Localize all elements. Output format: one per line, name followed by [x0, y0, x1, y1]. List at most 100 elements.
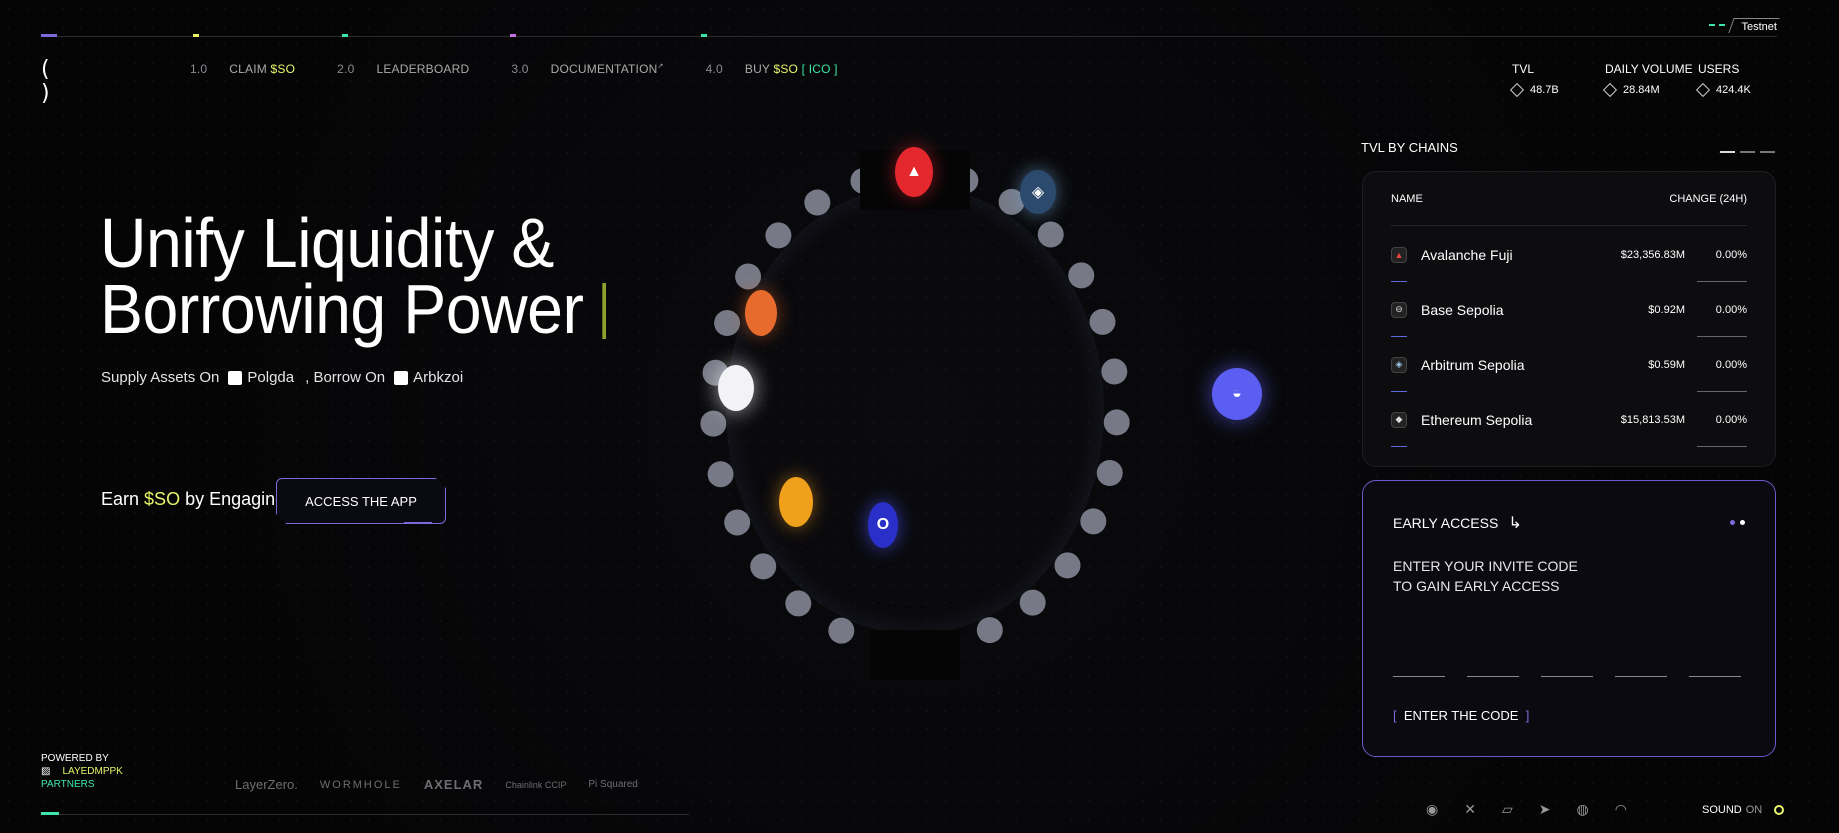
chain-tvl: $23,356.83M — [1620, 248, 1685, 261]
social-links: ◉ ✕ ▱ ➤ ◍ ◠ — [1426, 801, 1627, 818]
tvl-table-header: NAME CHANGE (24H) — [1391, 193, 1747, 205]
navy-orb-icon: O — [868, 502, 898, 548]
code-slot[interactable] — [1541, 676, 1593, 677]
partner-axelar[interactable]: AXELAR — [424, 777, 483, 792]
top-tick — [193, 34, 199, 37]
stat-users: USERS 424.4K — [1695, 62, 1791, 98]
partners-label: PARTNERS — [41, 779, 95, 790]
discord-icon[interactable]: ◉ — [1426, 801, 1438, 818]
chain-change: 0.00% — [1715, 303, 1747, 316]
powered-by: POWERED BY ▨ LAYEDMPPK PARTNERS — [41, 752, 123, 791]
nav-item-documentation[interactable]: 3.0 DOCUMENTATION↗ — [511, 62, 663, 76]
instruction-line: ENTER YOUR INVITE CODE — [1393, 558, 1578, 574]
nav-token: $SO — [773, 62, 799, 76]
hero-title-line2: Borrowing Power — [100, 270, 584, 348]
x-icon[interactable]: ✕ — [1464, 801, 1476, 818]
ghost-icon[interactable]: ◠ — [1615, 801, 1627, 818]
arbitrum-orb-icon: ◈ — [1020, 170, 1056, 214]
network-badge[interactable]: Testnet — [1708, 18, 1780, 33]
main-nav: 1.0 CLAIM $SO 2.0 LEADERBOARD 3.0 DOCUME… — [190, 62, 880, 76]
nav-label: BUY — [744, 62, 770, 76]
orbit-ring — [700, 160, 1130, 660]
protocol-stats: TVL 48.7B DAILY VOLUME 28.84M USERS 424.… — [1509, 62, 1791, 98]
nav-item-claim[interactable]: 1.0 CLAIM $SO — [190, 62, 295, 76]
brand-logo-icon: ▨ — [41, 766, 51, 777]
code-slot[interactable] — [1615, 676, 1667, 677]
top-divider — [41, 36, 1777, 37]
ring-gap — [870, 630, 960, 680]
sound-toggle[interactable]: SOUND ON — [1702, 804, 1785, 816]
table-row[interactable]: ◈ Arbitrum Sepolia $0.59M 0.00% — [1391, 337, 1747, 392]
code-slot[interactable] — [1689, 676, 1741, 677]
chain-tvl: $0.59M — [1648, 358, 1685, 371]
hero-title: Unify Liquidity & Borrowing Power — [100, 208, 606, 344]
stat-value: 48.7B — [1530, 84, 1559, 96]
nav-number: 4.0 — [705, 62, 723, 76]
base-icon: ⊖ — [1391, 301, 1407, 318]
white-orb-icon — [718, 365, 754, 411]
partner-chainlink[interactable]: Chainlink CCIP — [505, 780, 566, 790]
enter-code-button[interactable]: [ ENTER THE CODE ] — [1393, 708, 1529, 723]
brand-name[interactable]: LAYEDMPPK — [62, 766, 122, 777]
partner-layerzero[interactable]: LayerZero. — [235, 777, 298, 792]
nav-label: LEADERBOARD — [376, 62, 470, 76]
partner-pi-squared[interactable]: Pi Squared — [588, 779, 637, 790]
telegram-icon[interactable]: ➤ — [1539, 801, 1551, 818]
tvl-icon — [1509, 82, 1525, 98]
access-app-button[interactable]: ACCESS THE APP — [276, 478, 446, 524]
stat-label: TVL — [1512, 62, 1535, 76]
earn-suffix: by Engaging — [185, 489, 286, 509]
chain-change: 0.00% — [1715, 358, 1747, 371]
nav-item-buy[interactable]: 4.0 BUY $SO [ ICO ] — [706, 62, 838, 76]
stat-daily-volume: DAILY VOLUME 28.84M — [1602, 62, 1698, 98]
carousel-indicator[interactable] — [1720, 151, 1775, 153]
top-tick — [510, 34, 516, 37]
gold-orb-icon — [779, 477, 813, 527]
code-slot[interactable] — [1467, 676, 1519, 677]
supply-chain: Polgda — [247, 369, 295, 386]
invite-code-input[interactable] — [1393, 676, 1741, 677]
nav-number: 1.0 — [190, 62, 208, 76]
nav-label: DOCUMENTATION — [550, 62, 658, 76]
chain-name: Arbitrum Sepolia — [1421, 356, 1525, 373]
button-accent — [404, 522, 432, 524]
external-link-icon: ↗ — [657, 63, 664, 70]
enter-code-label: ENTER THE CODE — [1403, 708, 1519, 723]
partner-logos: LayerZero. WORMHOLE AXELAR Chainlink CCI… — [235, 777, 638, 792]
footer-tick — [41, 812, 59, 815]
nav-number: 3.0 — [511, 62, 529, 76]
chain-tvl: $0.92M — [1648, 303, 1685, 316]
chain-logo-icon — [394, 370, 409, 385]
table-row[interactable]: ⊖ Base Sepolia $0.92M 0.00% — [1391, 282, 1747, 337]
nav-item-leaderboard[interactable]: 2.0 LEADERBOARD — [337, 62, 469, 76]
earn-tagline: Earn $SO by Engaging — [101, 489, 285, 510]
table-row[interactable]: ◆ Ethereum Sepolia $15,813.53M 0.00% — [1391, 392, 1747, 447]
github-icon[interactable]: ◍ — [1576, 801, 1588, 818]
gitbook-icon[interactable]: ▱ — [1502, 801, 1513, 818]
arbitrum-icon: ◈ — [1391, 356, 1407, 373]
earn-prefix: Earn — [101, 489, 140, 509]
code-slot[interactable] — [1393, 676, 1445, 677]
logo[interactable]: ( ) — [41, 58, 61, 106]
chain-name: Avalanche Fuji — [1421, 246, 1513, 263]
table-row[interactable]: ▲ Avalanche Fuji $23,356.83M 0.00% — [1391, 227, 1747, 282]
avalanche-orb-icon: ▲ — [895, 147, 933, 197]
header-divider — [1391, 225, 1747, 226]
nav-number: 2.0 — [337, 62, 355, 76]
col-name: NAME — [1391, 193, 1423, 205]
stat-label: DAILY VOLUME — [1605, 62, 1693, 76]
col-change: CHANGE (24H) — [1669, 193, 1747, 205]
tvl-by-chains-title: TVL BY CHAINS — [1361, 140, 1458, 155]
volume-icon — [1602, 82, 1618, 98]
top-tick — [342, 34, 348, 37]
text-cursor — [601, 283, 606, 339]
step-indicator — [1730, 520, 1745, 525]
top-tick — [701, 34, 707, 37]
stat-tvl: TVL 48.7B — [1509, 62, 1605, 98]
partner-wormhole[interactable]: WORMHOLE — [320, 779, 402, 791]
nav-label: CLAIM — [229, 62, 267, 76]
orange-orb-icon — [745, 290, 777, 336]
avalanche-icon: ▲ — [1391, 246, 1407, 263]
top-tick — [41, 34, 57, 37]
sound-label: SOUND — [1702, 804, 1742, 816]
